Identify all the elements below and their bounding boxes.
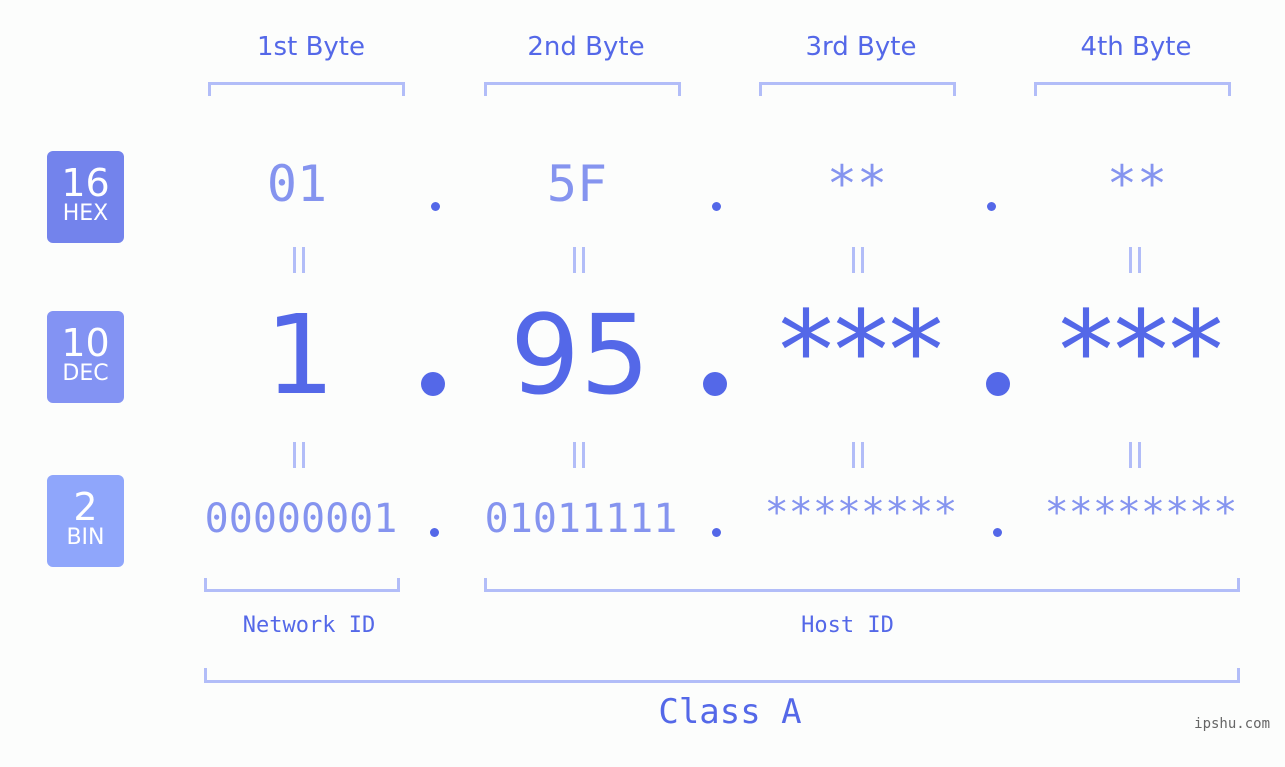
bin-badge: 2 BIN (47, 475, 124, 567)
byte-label-1: 1st Byte (257, 32, 365, 62)
hex-byte-1: 01 (266, 155, 328, 213)
host-id-label: Host ID (801, 613, 894, 638)
bin-separator-2 (712, 528, 721, 537)
hex-byte-3: ** (826, 155, 888, 213)
equals-icon (291, 442, 307, 468)
class-label: Class A (658, 692, 802, 732)
bin-byte-1: 00000001 (204, 496, 398, 542)
bin-separator-3 (993, 528, 1002, 537)
bin-byte-2: 01011111 (484, 496, 678, 542)
hex-byte-2: 5F (546, 155, 608, 213)
equals-icon (291, 247, 307, 273)
network-id-bracket (204, 578, 400, 592)
dec-separator-1 (421, 372, 445, 396)
byte-bracket-3 (759, 82, 956, 96)
hex-separator-1 (431, 202, 440, 211)
network-id-label: Network ID (242, 613, 376, 638)
bin-label: BIN (66, 525, 105, 550)
hex-badge: 16 HEX (47, 151, 124, 243)
dec-badge: 10 DEC (47, 311, 124, 403)
byte-bracket-2 (484, 82, 681, 96)
equals-icon (1127, 247, 1143, 273)
equals-icon (850, 442, 866, 468)
dec-byte-3: *** (778, 287, 944, 415)
hex-separator-2 (712, 202, 721, 211)
byte-label-2: 2nd Byte (527, 32, 645, 62)
dec-separator-3 (986, 372, 1010, 396)
hex-byte-4: ** (1106, 155, 1168, 213)
dec-byte-2: 95 (510, 291, 650, 419)
dec-byte-1: 1 (265, 291, 335, 419)
equals-icon (1127, 442, 1143, 468)
byte-bracket-1 (208, 82, 405, 96)
bin-base: 2 (73, 485, 98, 529)
hex-separator-3 (987, 202, 996, 211)
hex-label: HEX (62, 201, 109, 226)
class-bracket (204, 668, 1240, 683)
byte-label-4: 4th Byte (1080, 32, 1192, 62)
bin-byte-3: ******** (764, 490, 958, 536)
dec-separator-2 (703, 372, 727, 396)
bin-byte-4: ******** (1044, 490, 1238, 536)
equals-icon (850, 247, 866, 273)
equals-icon (571, 247, 587, 273)
hex-base: 16 (61, 161, 110, 205)
byte-bracket-4 (1034, 82, 1231, 96)
byte-label-3: 3rd Byte (805, 32, 917, 62)
watermark: ipshu.com (1194, 716, 1270, 732)
equals-icon (571, 442, 587, 468)
dec-byte-4: *** (1058, 287, 1224, 415)
dec-base: 10 (61, 321, 110, 365)
dec-label: DEC (62, 361, 109, 386)
bin-separator-1 (430, 528, 439, 537)
host-id-bracket (484, 578, 1240, 592)
